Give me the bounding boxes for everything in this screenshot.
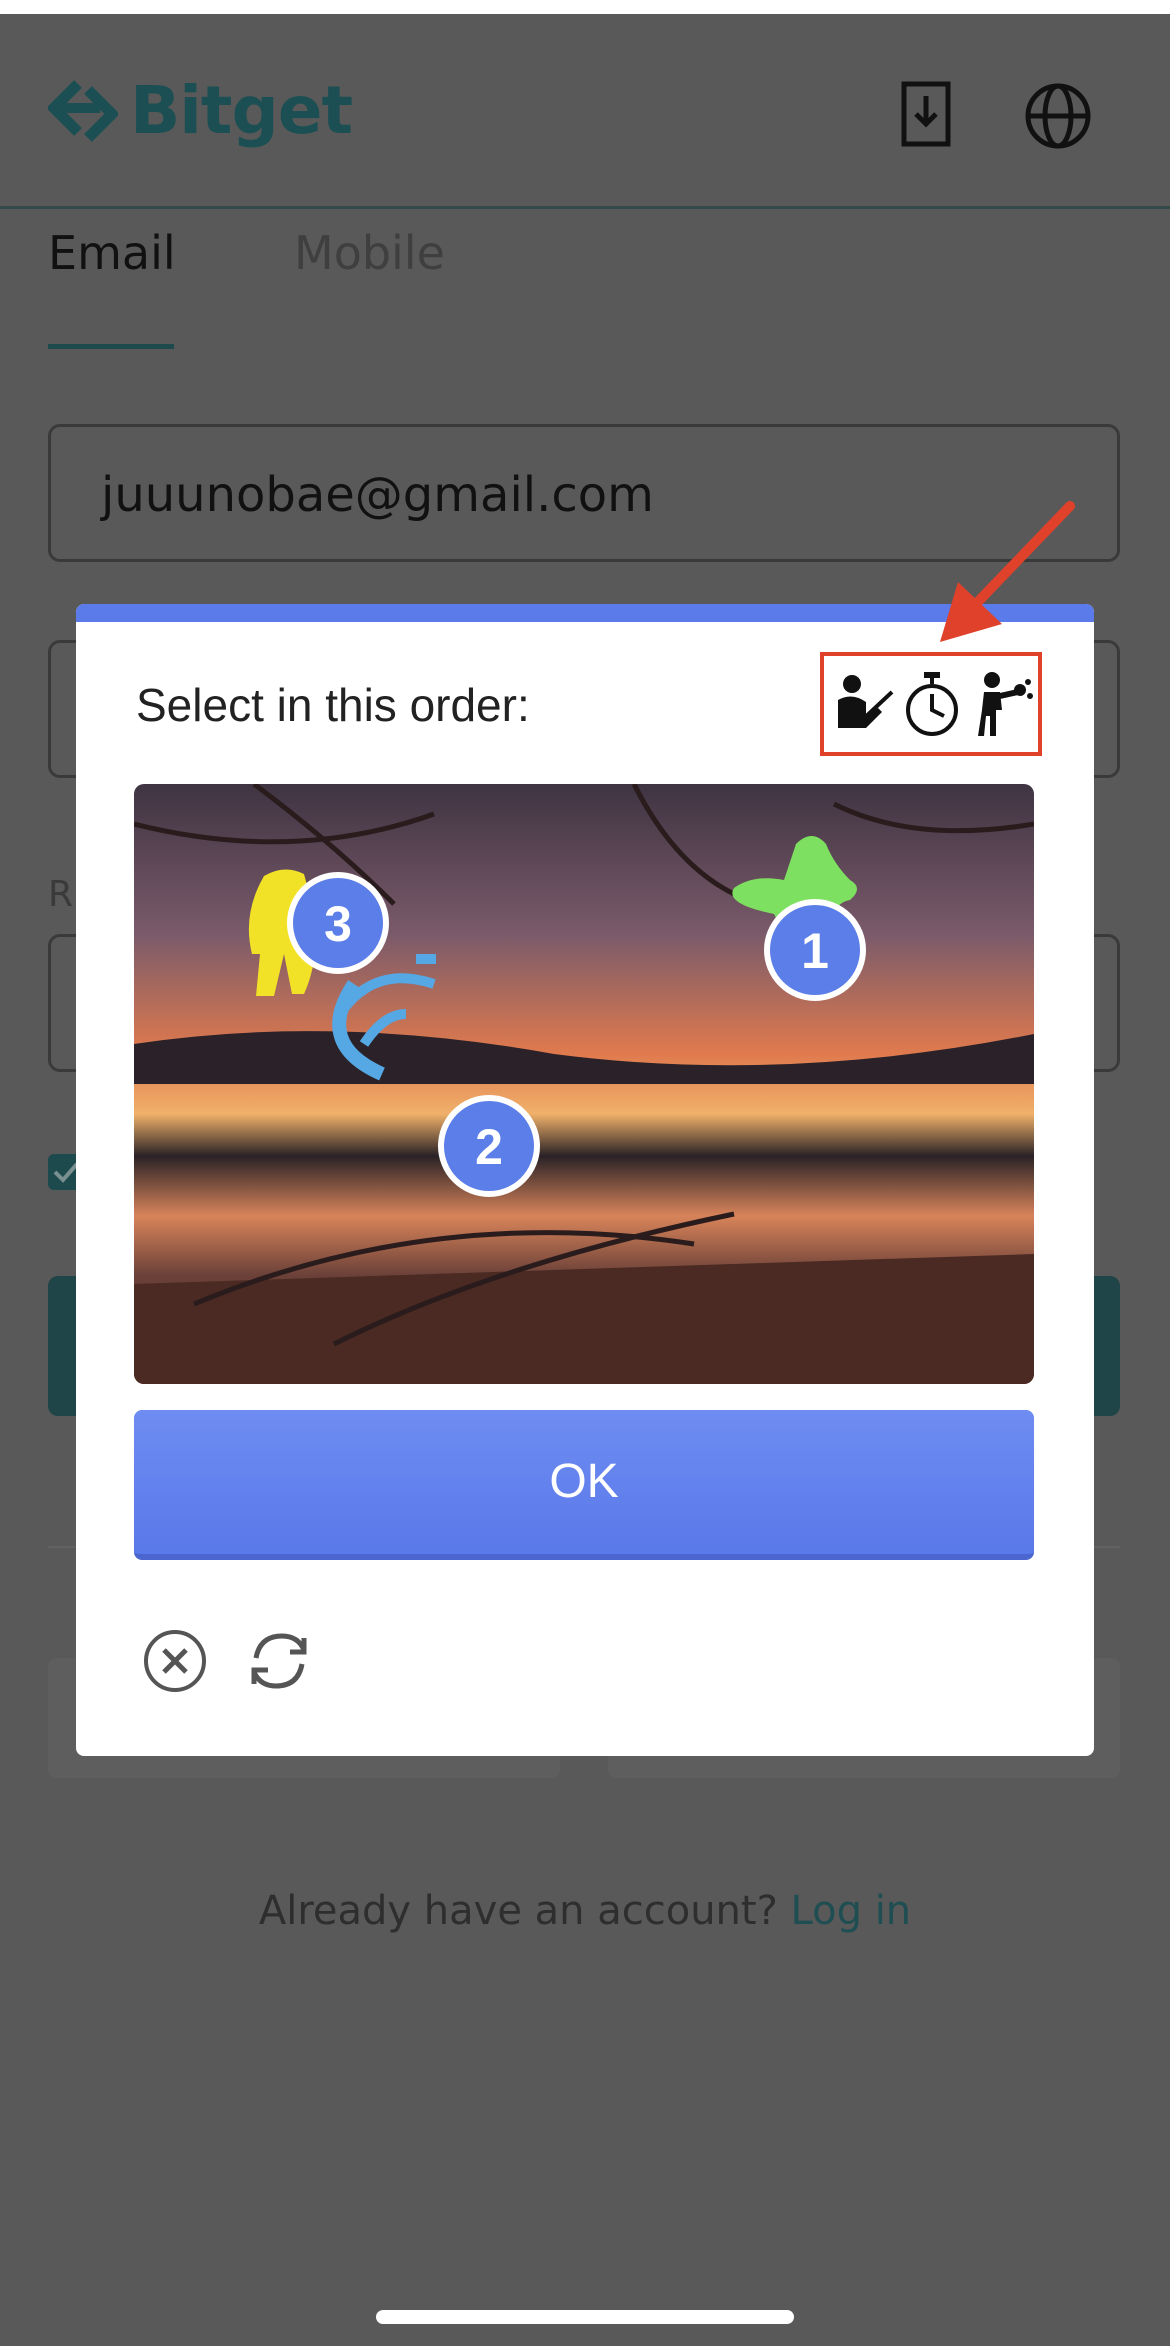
active-tab-indicator <box>48 344 174 349</box>
captcha-image[interactable]: 1 2 3 <box>134 784 1034 1384</box>
referral-label: R <box>48 874 74 915</box>
captcha-instruction: Select in this order: <box>136 679 530 731</box>
close-icon[interactable] <box>142 1628 208 1694</box>
language-button[interactable] <box>1018 76 1098 156</box>
selection-number: 3 <box>324 896 352 952</box>
login-link[interactable]: Log in <box>791 1888 912 1934</box>
download-icon <box>901 81 951 147</box>
selection-badge-2[interactable]: 2 <box>438 1095 540 1197</box>
selection-badge-3[interactable]: 3 <box>287 872 389 974</box>
captcha-dialog: Select in this order: 1 2 3 OK <box>76 604 1094 1756</box>
login-prompt-text: Already have an account? <box>258 1888 778 1934</box>
brand-name: Bitget <box>130 72 353 149</box>
captcha-scene: 1 2 3 <box>134 784 1034 1384</box>
person-boxing-icon <box>978 672 1033 736</box>
ok-button[interactable]: OK <box>134 1410 1034 1560</box>
globe-icon <box>1025 83 1091 149</box>
tab-email[interactable]: Email <box>48 226 176 280</box>
stopwatch-icon <box>906 672 958 736</box>
captcha-order-icons <box>820 652 1042 756</box>
download-app-button[interactable] <box>886 76 966 156</box>
header: Bitget <box>0 14 1170 209</box>
selection-badge-1[interactable]: 1 <box>764 899 866 1001</box>
status-bar-strip <box>0 0 1170 14</box>
refresh-icon[interactable] <box>242 1624 316 1698</box>
annotation-arrow-icon <box>940 501 1075 642</box>
tab-mobile[interactable]: Mobile <box>294 226 445 280</box>
home-indicator <box>376 2310 794 2324</box>
bitget-logo-icon <box>48 79 118 142</box>
person-with-tool-icon <box>838 675 894 728</box>
selection-number: 1 <box>801 923 829 979</box>
brand-logo[interactable]: Bitget <box>48 72 353 149</box>
email-value: juuunobae@gmail.com <box>101 467 654 523</box>
selection-number: 2 <box>475 1119 503 1175</box>
login-prompt: Already have an account? Log in <box>0 1888 1170 1934</box>
